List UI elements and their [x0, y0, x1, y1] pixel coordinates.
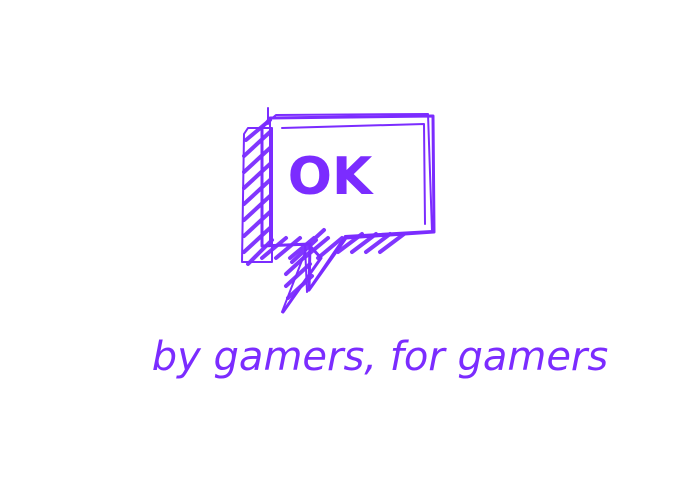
ok-logo-sketch: .stroke { fill: none; stroke-linecap: ro… [152, 107, 608, 380]
logo-text: OK [288, 147, 374, 207]
tagline-text: by gamers, for gamers [152, 334, 608, 380]
sketch-canvas: .stroke { fill: none; stroke-linecap: ro… [0, 0, 695, 494]
